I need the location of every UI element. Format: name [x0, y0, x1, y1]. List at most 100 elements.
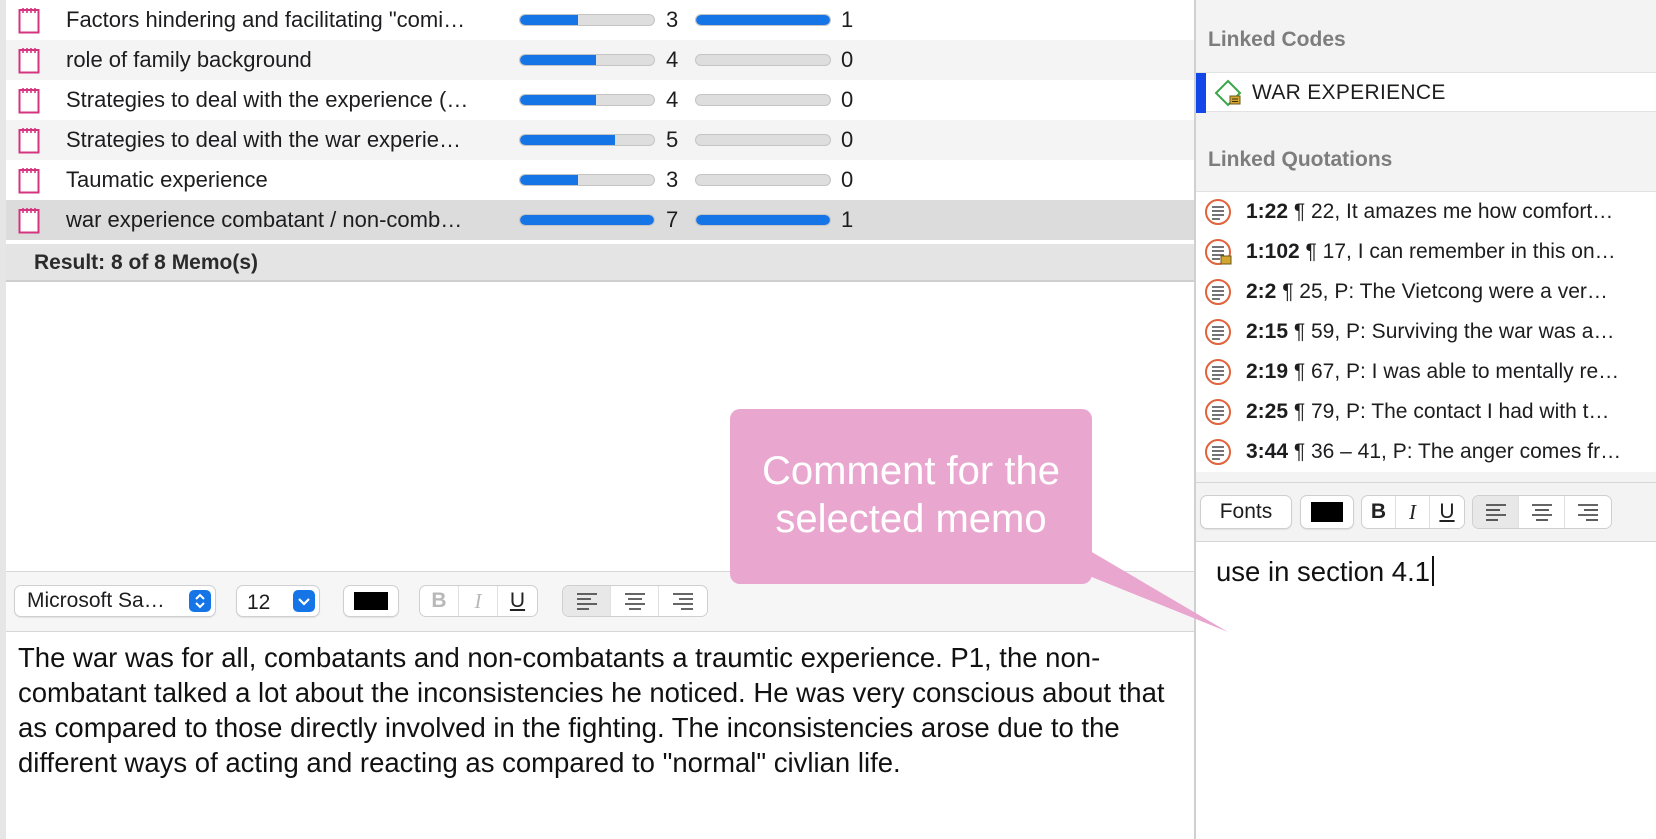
bar-fill: [520, 135, 616, 145]
memo-icon: [18, 207, 40, 234]
memo-row[interactable]: Strategies to deal with the experience (…: [6, 80, 1194, 120]
memo-icon: [18, 7, 40, 34]
comment-alignment-group: [1472, 495, 1612, 529]
quotation-excerpt: ¶ 59, P: Surviving the war was a…: [1288, 320, 1615, 343]
align-center-button[interactable]: [611, 586, 659, 616]
quotation-text: 1:22 ¶ 22, It amazes me how comfort…: [1246, 192, 1652, 232]
quotation-row[interactable]: 1:22 ¶ 22, It amazes me how comfort…: [1196, 192, 1656, 232]
callout-line-2: selected memo: [775, 497, 1047, 541]
quotation-id: 2:25: [1246, 400, 1289, 423]
linked-quotations-list: 1:22 ¶ 22, It amazes me how comfort… 1:10…: [1196, 191, 1656, 472]
quotation-text: 2:19 ¶ 67, P: I was able to mentally re…: [1246, 352, 1652, 392]
quotation-count: 7: [666, 207, 679, 232]
alignment-group: [562, 585, 708, 617]
bar-fill: [520, 95, 597, 105]
italic-label: I: [1409, 499, 1416, 524]
memo-name: role of family background: [66, 47, 312, 72]
quotation-id: 1:102: [1246, 240, 1300, 263]
comment-count: 0: [841, 167, 854, 192]
quotation-count: 4: [666, 47, 679, 72]
comment-bold-button[interactable]: B: [1362, 496, 1396, 528]
quotation-count: 3: [666, 7, 679, 32]
underline-button[interactable]: U: [498, 586, 537, 616]
align-left-button[interactable]: [563, 586, 611, 616]
quotation-count: 5: [666, 127, 679, 152]
text-color-well[interactable]: [343, 585, 399, 617]
bar-fill: [520, 15, 578, 25]
italic-button[interactable]: I: [459, 586, 498, 616]
align-left-icon: [576, 593, 597, 610]
comment-text-value: use in section 4.1: [1216, 556, 1431, 587]
quotation-excerpt: ¶ 79, P: The contact I had with t…: [1288, 400, 1610, 423]
quotation-icon: [1204, 398, 1232, 426]
comment-count-bar: [695, 174, 831, 186]
align-right-button[interactable]: [659, 586, 707, 616]
memo-row[interactable]: Taumatic experience 3 0: [6, 160, 1194, 200]
result-bar: Result: 8 of 8 Memo(s): [6, 244, 1194, 282]
quotation-row[interactable]: 2:19 ¶ 67, P: I was able to mentally re…: [1196, 352, 1656, 392]
quotation-count-bar: [519, 134, 655, 146]
memo-name: Factors hindering and facilitating "comi…: [66, 7, 466, 32]
quotation-row[interactable]: 3:44 ¶ 36 – 41, P: The anger comes fr…: [1196, 432, 1656, 472]
quotation-count-bar: [519, 54, 655, 66]
bold-button[interactable]: B: [420, 586, 459, 616]
quotation-count-bar: [519, 14, 655, 26]
text-style-group: B I U: [419, 585, 538, 617]
underline-label: U: [1439, 500, 1455, 523]
annotation-callout: Comment for the selected memo: [730, 409, 1092, 584]
memo-row[interactable]: role of family background 4 0: [6, 40, 1194, 80]
comment-editor[interactable]: use in section 4.1: [1196, 542, 1656, 839]
comment-italic-button[interactable]: I: [1396, 496, 1430, 528]
font-size-select[interactable]: 12: [236, 585, 320, 617]
quotation-id: 2:15: [1246, 320, 1289, 343]
memo-inspector-pane: Linked Codes WAR EXPERIENCE Linked Quota…: [1196, 0, 1656, 839]
chevron-updown-icon: [189, 590, 211, 612]
quotation-text: 2:25 ¶ 79, P: The contact I had with t…: [1246, 392, 1652, 432]
linked-code-row[interactable]: WAR EXPERIENCE: [1196, 72, 1656, 113]
italic-label: I: [474, 588, 482, 613]
quotation-icon: [1204, 318, 1232, 346]
quotation-id: 1:22: [1246, 200, 1289, 223]
code-diamond-icon: [1214, 79, 1244, 107]
comment-align-left-button[interactable]: [1473, 496, 1519, 528]
bar-fill: [520, 215, 654, 225]
memo-icon: [18, 127, 40, 154]
font-family-select[interactable]: Microsoft Sa…: [14, 585, 216, 617]
memo-icon: [18, 167, 40, 194]
comment-text: use in section 4.1: [1216, 552, 1435, 592]
bar-fill: [696, 215, 830, 225]
memo-name: Taumatic experience: [66, 167, 268, 192]
callout-line-1: Comment for the: [762, 449, 1060, 493]
quotation-row[interactable]: 1:102 ¶ 17, I can remember in this on…: [1196, 232, 1656, 272]
linked-code-label: WAR EXPERIENCE: [1252, 81, 1446, 104]
linked-codes-heading: Linked Codes: [1208, 28, 1346, 51]
memo-row[interactable]: Strategies to deal with the war experie……: [6, 120, 1194, 160]
memo-row[interactable]: Factors hindering and facilitating "comi…: [6, 0, 1194, 40]
comment-count: 0: [841, 47, 854, 72]
quotation-excerpt: ¶ 67, P: I was able to mentally re…: [1288, 360, 1620, 383]
memo-name: war experience combatant / non-comb…: [66, 207, 463, 232]
comment-count: 0: [841, 127, 854, 152]
underline-label: U: [509, 589, 526, 612]
quotation-icon: [1204, 358, 1232, 386]
callout-text: Comment for the selected memo: [730, 447, 1092, 543]
comment-align-center-button[interactable]: [1519, 496, 1565, 528]
quotation-row[interactable]: 2:25 ¶ 79, P: The contact I had with t…: [1196, 392, 1656, 432]
memo-text-editor[interactable]: The war was for all, combatants and non-…: [18, 640, 1188, 780]
bold-label: B: [431, 589, 447, 612]
quotation-row[interactable]: 2:2 ¶ 25, P: The Vietcong were a ver…: [1196, 272, 1656, 312]
color-swatch: [1311, 502, 1343, 522]
memo-icon: [18, 87, 40, 114]
quotation-icon: [1204, 198, 1232, 226]
comment-underline-button[interactable]: U: [1430, 496, 1464, 528]
comment-style-group: B I U: [1361, 495, 1465, 529]
quotation-id: 2:2: [1246, 280, 1277, 303]
quotation-row[interactable]: 2:15 ¶ 59, P: Surviving the war was a…: [1196, 312, 1656, 352]
comment-align-right-button[interactable]: [1565, 496, 1611, 528]
comment-color-well[interactable]: [1300, 495, 1354, 529]
fonts-button[interactable]: Fonts: [1200, 495, 1292, 529]
memo-name: Strategies to deal with the war experie…: [66, 127, 461, 152]
memo-row[interactable]: war experience combatant / non-comb… 7 1: [6, 200, 1194, 240]
quotation-excerpt: ¶ 25, P: The Vietcong were a ver…: [1276, 280, 1608, 303]
quotation-count: 3: [666, 167, 679, 192]
